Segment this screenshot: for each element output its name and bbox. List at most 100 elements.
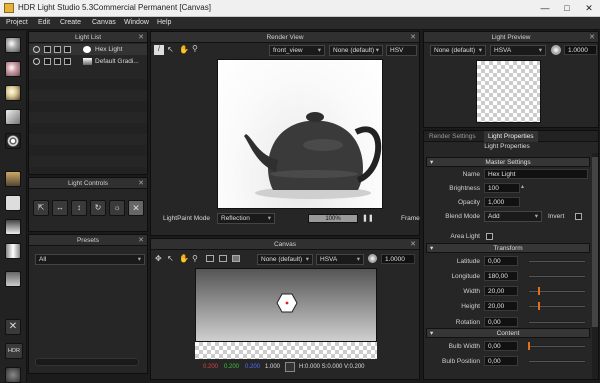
preview-colorspace-dropdown[interactable]: HSVA ▾ [490, 45, 546, 56]
pointer-icon[interactable]: ↖ [167, 45, 174, 54]
bulb-width-slider-thumb[interactable] [528, 342, 530, 350]
select-toggle[interactable] [64, 46, 71, 53]
close-window-button[interactable]: ✕ [578, 1, 600, 15]
close-icon[interactable]: ✕ [410, 239, 416, 250]
lock-toggle[interactable] [54, 46, 61, 53]
bulb-position-slider[interactable] [528, 360, 586, 363]
hand-icon[interactable]: ✋ [179, 254, 189, 263]
preview-exposure-field[interactable]: 1.0000 [564, 45, 597, 55]
render-layer-dropdown[interactable]: None (default) ▾ [329, 45, 383, 56]
render-image[interactable] [217, 59, 383, 209]
scale-vertical-icon[interactable]: ↕ [71, 200, 87, 216]
tab-light-properties[interactable]: Light Properties [484, 131, 538, 142]
pointer-icon[interactable]: ↖ [167, 254, 174, 263]
properties-scrollbar[interactable] [592, 153, 598, 379]
area-light-checkbox[interactable] [486, 233, 493, 240]
reset-icon[interactable]: ✕ [128, 200, 144, 216]
visibility-icon[interactable] [33, 46, 40, 53]
camera-dropdown[interactable]: front_view ▾ [269, 45, 325, 56]
fit-icon[interactable] [206, 255, 214, 262]
brightness-field[interactable]: 100 [484, 183, 520, 193]
gradient-light-icon[interactable] [5, 109, 21, 125]
width-slider[interactable] [528, 290, 586, 293]
render-colorspace-dropdown[interactable]: HSV [386, 45, 417, 56]
ring-light-icon[interactable] [5, 133, 21, 149]
transform-header[interactable]: ▾ Transform [426, 243, 590, 253]
strip-light-icon[interactable] [5, 219, 21, 235]
master-settings-header[interactable]: ▾ Master Settings [426, 157, 590, 167]
height-slider-thumb[interactable] [538, 302, 540, 310]
menu-edit[interactable]: Edit [38, 19, 50, 26]
light-list-row[interactable]: Hex Light [29, 44, 147, 55]
environment-icon[interactable] [5, 271, 21, 287]
paint-brush-icon[interactable]: / [154, 45, 164, 55]
opacity-field[interactable]: 1,000 [484, 197, 520, 207]
white-card-icon[interactable] [5, 195, 21, 211]
zoom-icon[interactable]: ⚲ [192, 254, 198, 263]
brush-icon[interactable] [5, 171, 21, 187]
hex-light-icon[interactable] [276, 293, 298, 313]
close-icon[interactable]: ✕ [138, 178, 144, 189]
presets-filter-dropdown[interactable]: All ▾ [35, 254, 145, 265]
solo-toggle[interactable] [44, 46, 51, 53]
move-icon[interactable]: ✥ [155, 254, 162, 263]
rotation-slider[interactable] [528, 321, 586, 324]
close-icon[interactable]: ✕ [138, 235, 144, 246]
width-field[interactable]: 20,00 [484, 286, 518, 296]
latitude-field[interactable]: 0,00 [484, 256, 518, 266]
rotate-icon[interactable]: ↻ [90, 200, 106, 216]
bulb-width-field[interactable]: 0,00 [484, 341, 518, 351]
preview-layer-dropdown[interactable]: None (default) ▾ [430, 45, 486, 56]
presets-search-input[interactable] [35, 358, 139, 366]
move-light-icon[interactable]: ⇱ [33, 200, 49, 216]
height-slider[interactable] [528, 305, 586, 308]
tab-render-settings[interactable]: Render Settings [429, 133, 476, 140]
canvas-image[interactable] [195, 268, 377, 342]
content-header[interactable]: ▾ Content [426, 328, 590, 338]
warm-light-icon[interactable] [5, 85, 21, 101]
minimize-button[interactable]: — [534, 1, 556, 15]
menu-canvas[interactable]: Canvas [92, 19, 116, 26]
menu-help[interactable]: Help [157, 19, 171, 26]
pause-icon[interactable]: ❚❚ [362, 214, 374, 223]
rotation-field[interactable]: 0,00 [484, 317, 518, 327]
latitude-slider[interactable] [528, 260, 586, 263]
hdr-button[interactable]: HDR [5, 343, 23, 359]
remove-icon[interactable]: ✕ [5, 319, 21, 335]
panel-light-icon[interactable] [5, 243, 21, 259]
exposure-icon[interactable] [551, 45, 561, 55]
canvas-exposure-field[interactable]: 1.0000 [381, 254, 415, 264]
menu-create[interactable]: Create [60, 19, 81, 26]
maximize-button[interactable]: □ [556, 1, 578, 15]
width-slider-thumb[interactable] [538, 287, 540, 295]
menu-project[interactable]: Project [6, 19, 28, 26]
brightness-icon[interactable]: ☼ [109, 200, 125, 216]
light-list-row[interactable]: Default Gradi... [29, 56, 147, 67]
select-toggle[interactable] [64, 58, 71, 65]
paint-mode-dropdown[interactable]: Reflection ▾ [217, 213, 275, 224]
close-icon[interactable]: ✕ [138, 32, 144, 43]
invert-checkbox[interactable] [575, 213, 582, 220]
canvas-colorspace-dropdown[interactable]: HSVA ▾ [316, 254, 364, 265]
height-field[interactable]: 20,00 [484, 301, 518, 311]
name-field[interactable]: Hex Light [484, 169, 588, 179]
solo-toggle[interactable] [44, 58, 51, 65]
canvas-layer-dropdown[interactable]: None (default) ▾ [257, 254, 313, 265]
brightness-spinner[interactable]: ▴ [521, 183, 524, 190]
exposure-icon[interactable] [368, 254, 377, 263]
scale-horizontal-icon[interactable]: ↔ [52, 200, 68, 216]
longitude-slider[interactable] [528, 275, 586, 278]
close-icon[interactable]: ✕ [589, 32, 595, 43]
close-icon[interactable]: ✕ [410, 32, 416, 43]
frame-icon[interactable] [219, 255, 227, 262]
hand-icon[interactable]: ✋ [179, 45, 189, 54]
blend-mode-dropdown[interactable]: Add ▾ [484, 211, 542, 222]
zoom-icon[interactable]: ⚲ [192, 44, 198, 53]
soft-light-icon[interactable] [5, 61, 21, 77]
longitude-field[interactable]: 180,00 [484, 271, 518, 281]
bulb-width-slider[interactable] [528, 345, 586, 348]
settings-icon[interactable] [5, 367, 21, 383]
sphere-light-icon[interactable] [5, 37, 21, 53]
bulb-position-field[interactable]: 0,00 [484, 356, 518, 366]
lock-toggle[interactable] [54, 58, 61, 65]
